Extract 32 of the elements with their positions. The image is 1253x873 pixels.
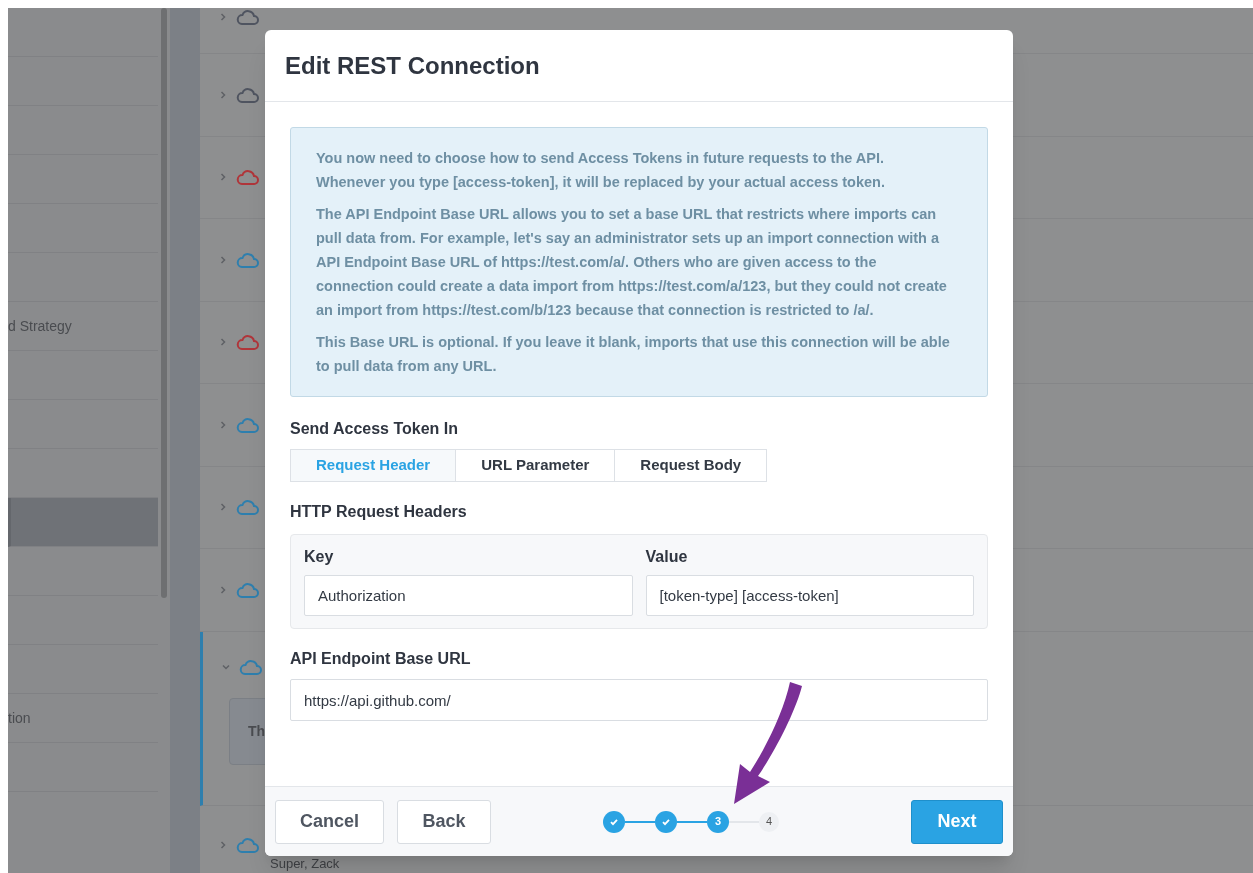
sidebar-item[interactable]: [8, 498, 158, 547]
step-pending: 4: [759, 811, 779, 832]
check-icon: [609, 816, 619, 827]
section-label: API Endpoint Base URL: [290, 649, 472, 669]
chevron-icon[interactable]: [218, 337, 228, 348]
value-input-field[interactable]: [token-type] [access-token]: [645, 575, 974, 616]
owner-name: Super, Zack: [270, 854, 341, 873]
cancel-button[interactable]: Cancel: [275, 799, 384, 844]
section-label: Send Access Token In: [290, 419, 460, 439]
chevron-icon[interactable]: [218, 12, 228, 22]
chevron-icon[interactable]: [218, 419, 228, 430]
chevron-icon[interactable]: [218, 584, 228, 595]
chevron-icon[interactable]: [218, 172, 228, 183]
chevron-icon[interactable]: [218, 89, 228, 100]
info-paragraph: You now need to choose how to send Access Tokens in future requests to the API. Whenever you type [access-token], it will be replaced by your actual access token.: [316, 149, 886, 192]
column-label: Value: [645, 547, 689, 567]
step-current: 3: [707, 810, 729, 833]
info-paragraph: This Base URL is optional. If you leave it blank, imports that use this connection will be able to pull data from any URL.: [316, 333, 951, 376]
base-url-input-field[interactable]: https://api.github.com/: [290, 679, 988, 721]
token-location-tab[interactable]: URL Parameter: [455, 449, 616, 482]
column-label: Key: [304, 547, 335, 567]
chevron-icon[interactable]: [218, 839, 228, 850]
back-button[interactable]: Back: [397, 799, 491, 844]
section-label: HTTP Request Headers: [290, 502, 468, 522]
info-paragraph: The API Endpoint Base URL allows you to set a base URL that restricts where imports can pull data from. For example, let's say an administrator sets up an import connection with a API Endpoint Base URL of https://test.com/a/. Others who are given access to the connection could create a data import from https://test.com/a/123, but they could not create an import from https://test.com/b/123 because that connection is restricted to /a/.: [316, 205, 948, 320]
check-icon: [661, 816, 671, 827]
chevron-icon[interactable]: [218, 502, 228, 513]
dialog-title: Edit REST Connection: [285, 50, 540, 81]
token-location-tab[interactable]: Request Body: [614, 449, 768, 482]
chevron-icon[interactable]: [218, 254, 228, 265]
scrollbar-thumb[interactable]: [161, 8, 167, 598]
key-input-field[interactable]: Authorization: [304, 575, 633, 616]
